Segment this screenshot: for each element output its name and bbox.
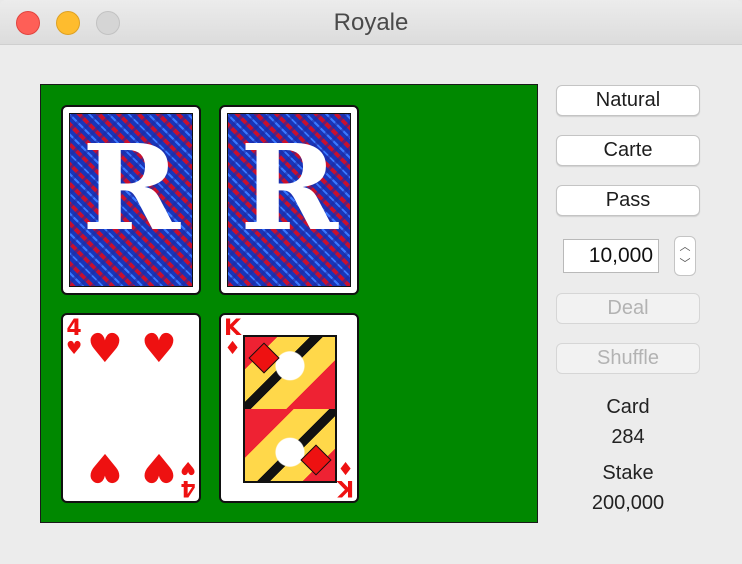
diamond-icon: ♦: [224, 338, 241, 359]
pass-button[interactable]: Pass: [556, 185, 700, 216]
diamond-icon: ♦: [337, 457, 354, 478]
card-corner-bottom: 4 ♥: [179, 457, 196, 500]
card-corner-top: 4 ♥: [66, 316, 83, 359]
natural-button[interactable]: Natural: [556, 85, 700, 116]
card-corner-bottom: K ♦: [336, 457, 354, 500]
chevron-up-icon[interactable]: ︿: [675, 242, 695, 253]
carte-button[interactable]: Carte: [556, 135, 700, 166]
bet-stepper[interactable]: ︿ ﹀: [674, 236, 696, 276]
card-four-of-hearts[interactable]: 4 ♥ ♥ ♥ ♥ ♥ 4 ♥: [61, 313, 201, 503]
window-title: Royale: [333, 9, 409, 36]
heart-icon: ♥: [87, 444, 123, 490]
card-back-right[interactable]: R: [219, 105, 359, 295]
heart-icon: ♥: [179, 457, 196, 478]
app-window: Royale R R 4 ♥ ♥ ♥ ♥ ♥ 4 ♥ K ♦ K ♦ Natur…: [0, 0, 742, 564]
stake-label: Stake: [602, 462, 654, 484]
king-portrait: [243, 335, 337, 483]
shuffle-button[interactable]: Shuffle: [556, 343, 700, 374]
heart-icon: ♥: [66, 338, 83, 359]
title-bar: Royale: [0, 0, 742, 45]
bet-amount-field[interactable]: 10,000: [563, 239, 659, 273]
stake-value: 200,000: [591, 492, 665, 514]
heart-icon: ♥: [87, 326, 123, 372]
card-count-label: Card: [606, 396, 650, 418]
card-back-letter: R: [81, 118, 181, 257]
deal-button[interactable]: Deal: [556, 293, 700, 324]
card-back-left[interactable]: R: [61, 105, 201, 295]
card-king-of-diamonds[interactable]: K ♦ K ♦: [219, 313, 359, 503]
card-corner-top: K ♦: [224, 316, 242, 359]
card-back-letter: R: [239, 118, 339, 257]
chevron-down-icon[interactable]: ﹀: [675, 259, 695, 270]
card-table: R R 4 ♥ ♥ ♥ ♥ ♥ 4 ♥ K ♦ K ♦: [40, 84, 538, 523]
heart-icon: ♥: [141, 444, 177, 490]
heart-icon: ♥: [141, 326, 177, 372]
card-count-value: 284: [611, 426, 645, 448]
